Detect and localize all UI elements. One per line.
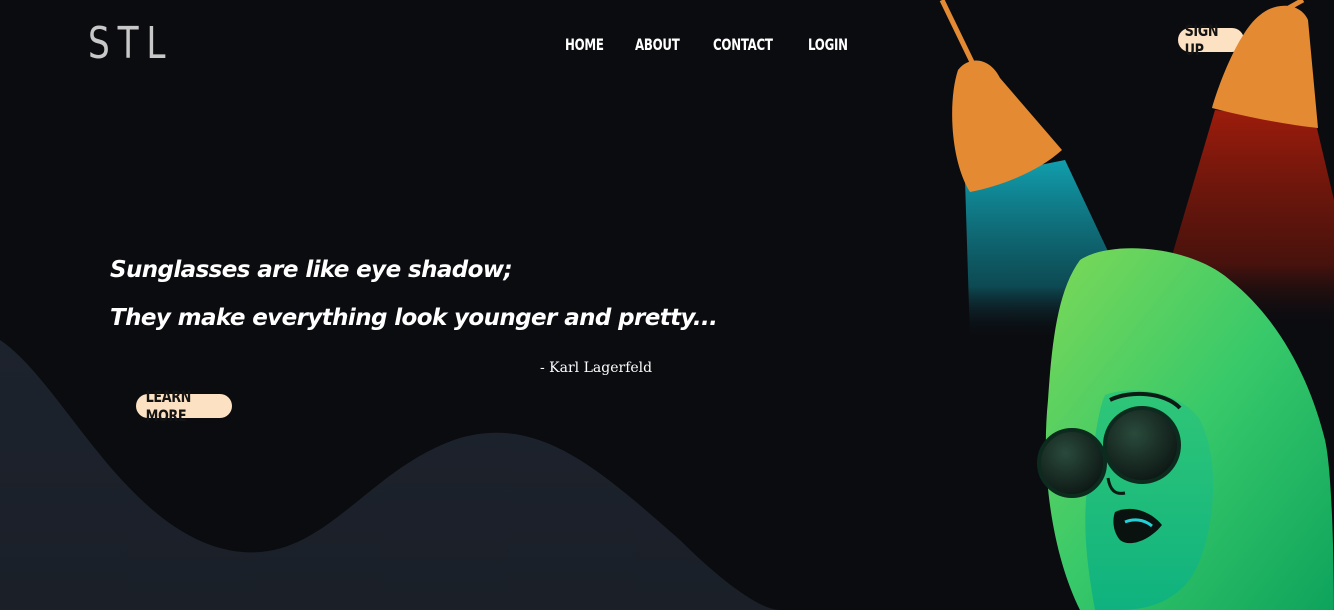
nav-home[interactable]: HOME: [565, 35, 604, 54]
nav-login[interactable]: LOGIN: [808, 35, 848, 54]
sunglasses-left-lens: [1037, 428, 1107, 498]
quote-line-1: Sunglasses are like eye shadow;: [110, 257, 513, 283]
woman-sunglasses-illustration: [939, 0, 1334, 610]
learn-more-button[interactable]: LEARN MORE: [136, 387, 232, 425]
right-lamp: [1212, 5, 1318, 128]
nav-contact[interactable]: CONTACT: [713, 35, 773, 54]
landing-page: STL HOME ABOUT CONTACT LOGIN SIGN UP Sun…: [0, 0, 1334, 610]
nav-about[interactable]: ABOUT: [635, 35, 680, 54]
learn-more-label: LEARN MORE: [145, 387, 192, 425]
logo[interactable]: STL: [88, 18, 173, 69]
sunglasses-right-lens: [1103, 406, 1181, 484]
main-nav: HOME ABOUT CONTACT LOGIN: [565, 35, 857, 54]
quote-line-2: They make everything look younger and pr…: [110, 305, 718, 331]
quote-author: - Karl Lagerfeld: [540, 360, 653, 376]
